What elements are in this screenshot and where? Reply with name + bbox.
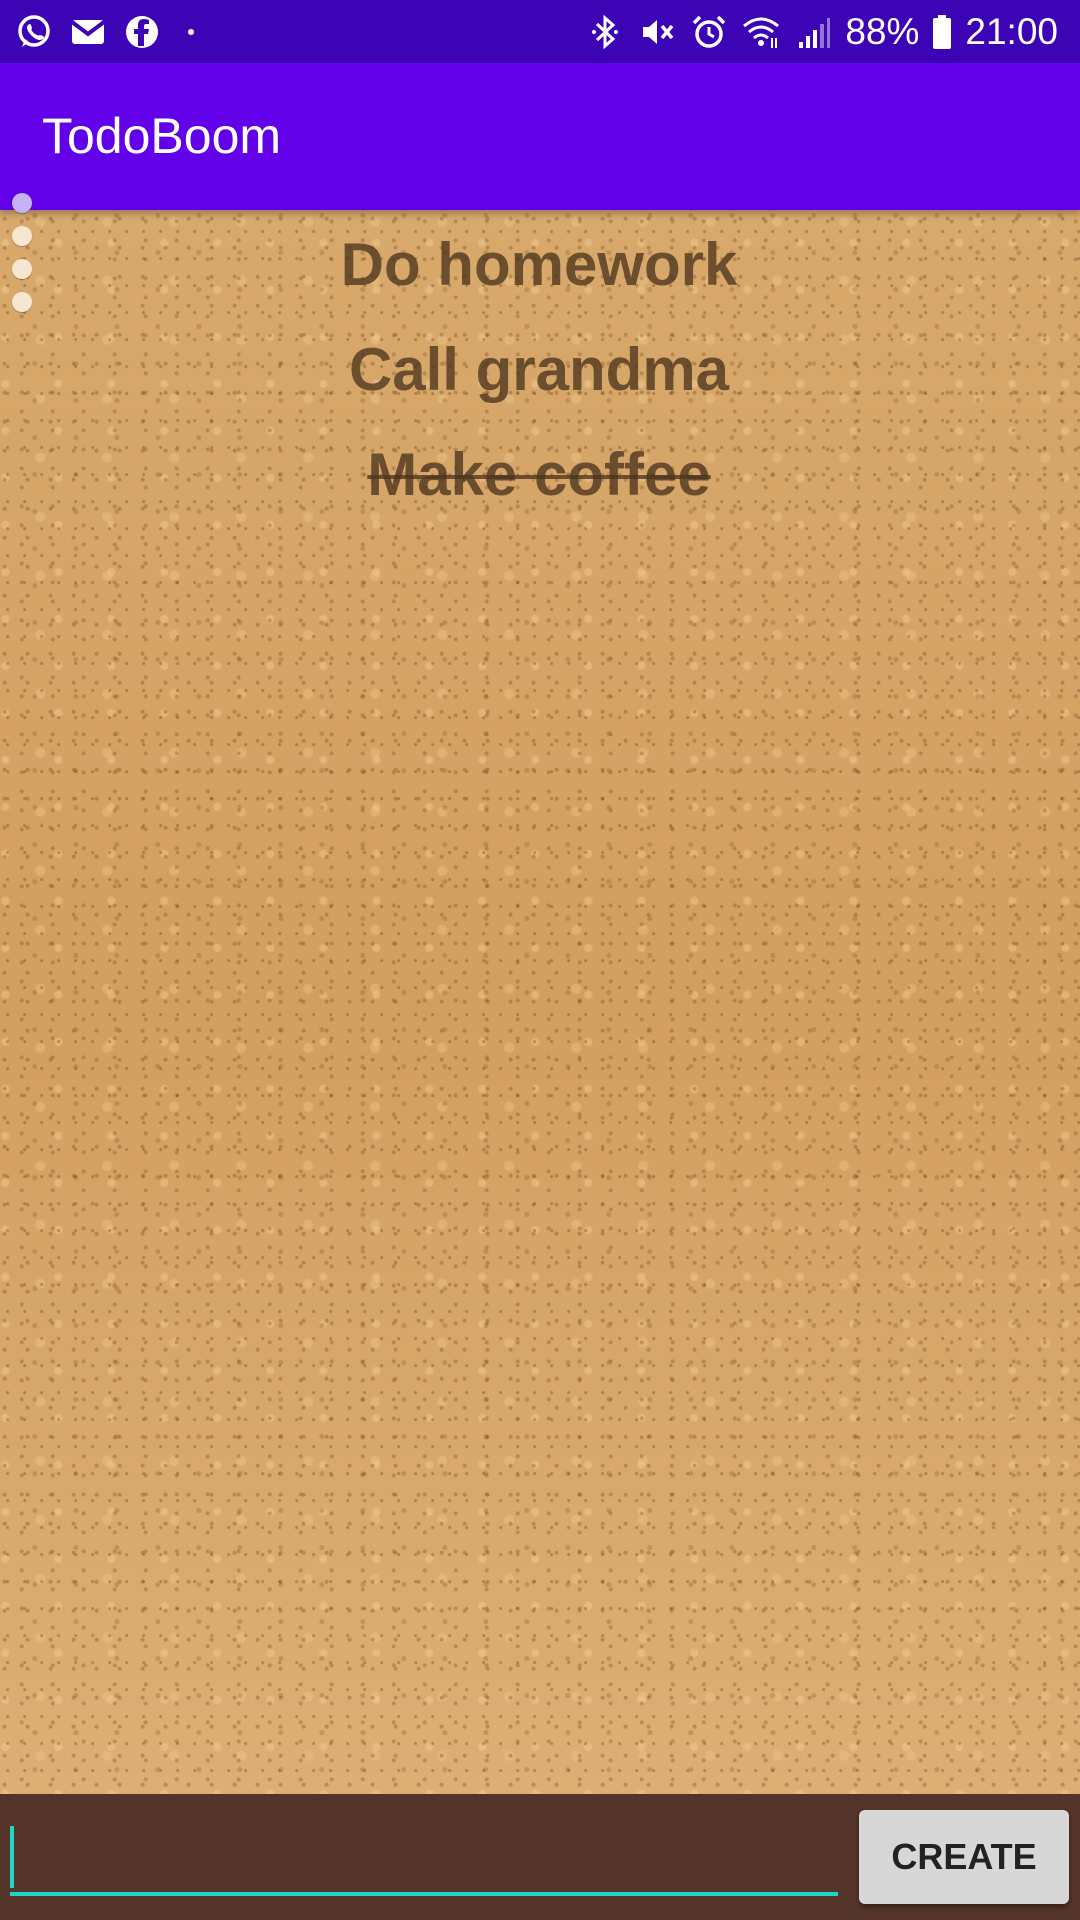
gmail-icon [68,12,108,52]
page-dot-active[interactable] [12,193,32,213]
todo-list: Do homework Call grandma Make coffee [0,230,1080,545]
clock: 21:00 [965,11,1058,52]
page-dot[interactable] [12,226,32,246]
todo-item[interactable]: Do homework [0,230,1079,335]
create-button[interactable]: CREATE [859,1810,1069,1904]
wifi-icon [741,12,781,52]
input-bar: CREATE [0,1794,1080,1920]
status-right-icons: 88% 21:00 [585,8,1058,56]
notification-dot-icon [188,29,194,35]
battery-icon [931,12,953,52]
text-cursor [10,1826,14,1888]
status-bar: 88% 21:00 [0,0,1080,63]
battery-percent: 88% [845,11,920,52]
todo-input[interactable] [10,1814,838,1896]
facebook-icon [122,12,162,52]
todo-item-completed[interactable]: Make coffee [0,440,1079,545]
vibrate-mute-icon [637,12,677,52]
app-bar: TodoBoom [0,63,1080,210]
page-dot[interactable] [12,259,32,279]
alarm-icon [689,12,729,52]
bluetooth-icon [585,12,625,52]
whatsapp-icon [14,12,54,52]
cork-board[interactable]: Do homework Call grandma Make coffee [0,210,1080,1794]
page-indicator [12,193,32,325]
signal-icon [793,12,833,52]
todo-item[interactable]: Call grandma [0,335,1079,440]
status-left-icons [14,10,194,54]
app-title: TodoBoom [42,108,282,164]
page-dot[interactable] [12,292,32,312]
